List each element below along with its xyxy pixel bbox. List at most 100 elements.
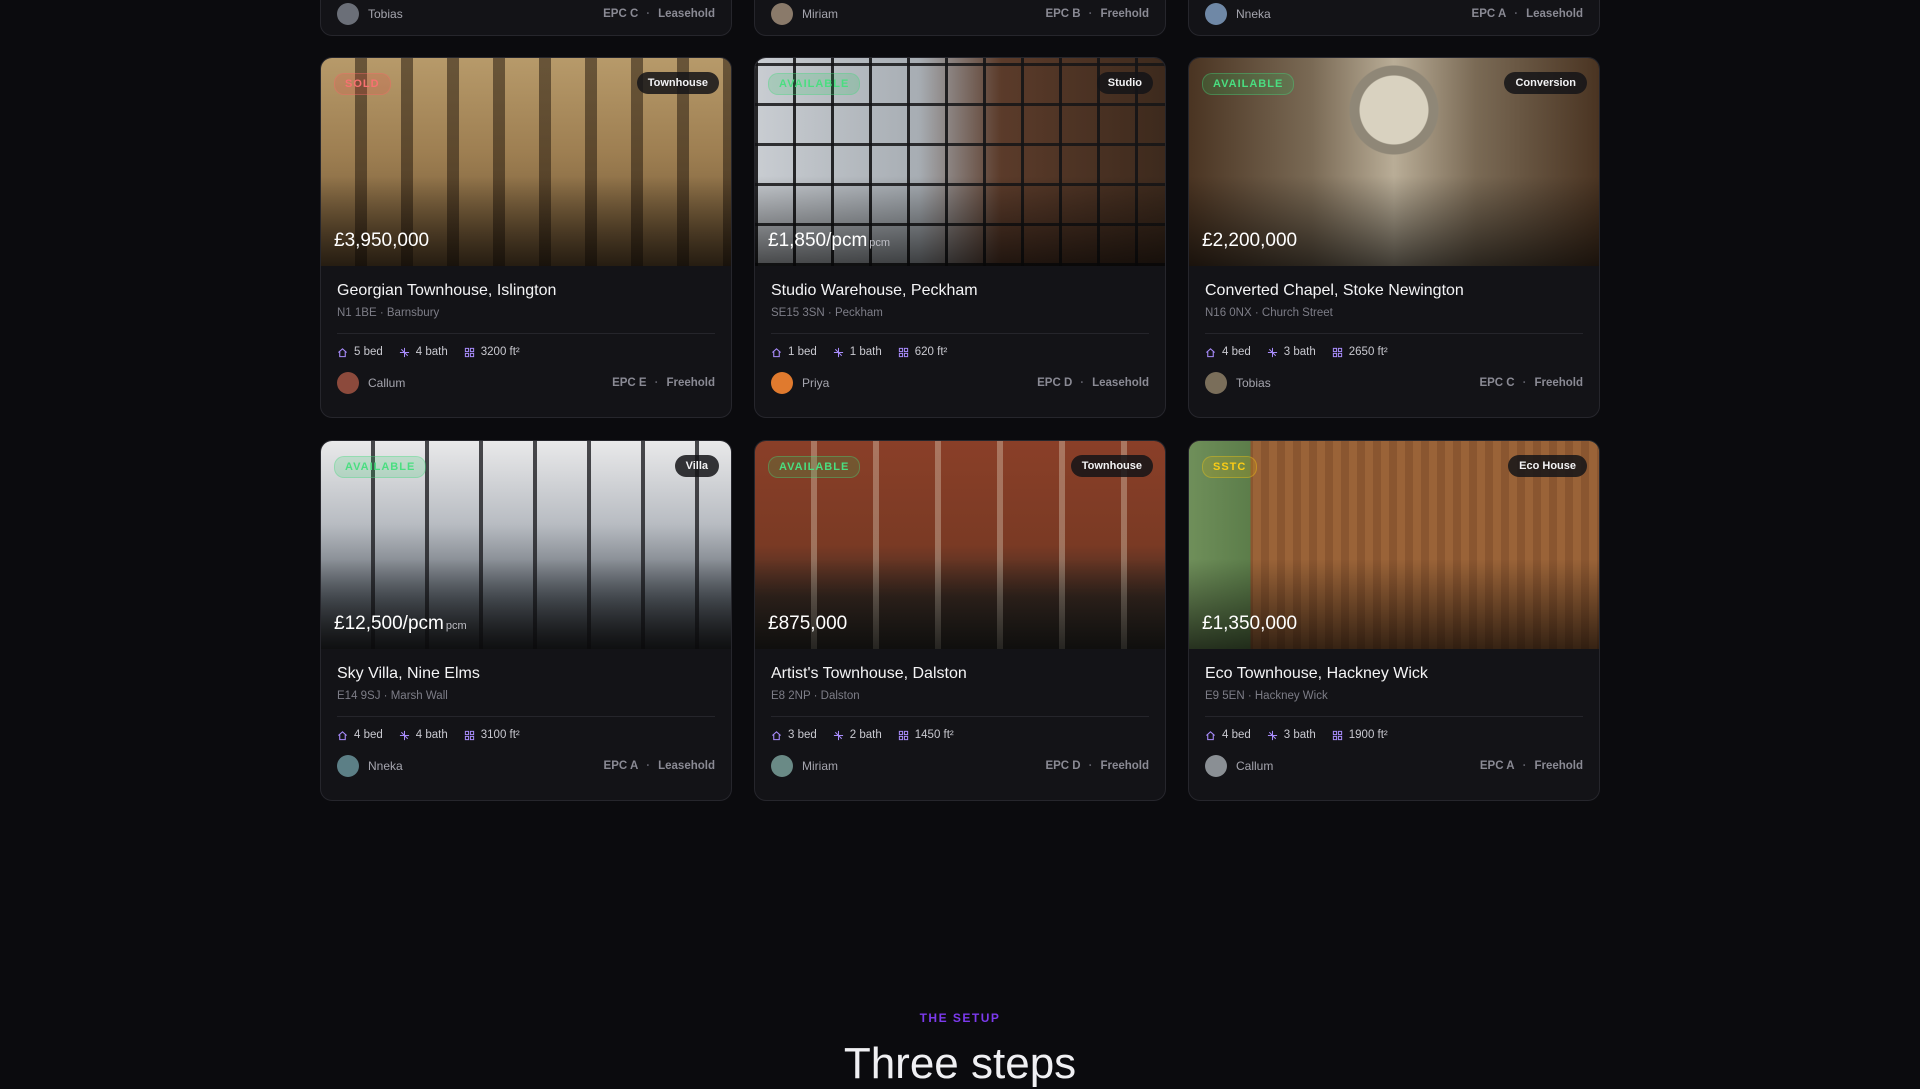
listing-meta: EPC D · Freehold	[1045, 760, 1149, 772]
price-unit: pcm	[445, 620, 467, 632]
sparkle-icon	[399, 347, 409, 357]
epc-rating: EPC B	[1045, 8, 1081, 20]
bedrooms: 5 bed	[337, 346, 383, 358]
divider	[1205, 716, 1583, 717]
listing-location: E8 2NP · Dalston	[771, 690, 860, 702]
tenure: Leasehold	[658, 8, 715, 20]
floor-area: 1450 ft²	[898, 729, 954, 741]
listing-specs: 4 bed 3 bath 2650 ft²	[1205, 346, 1583, 358]
agent[interactable]: Miriam	[771, 3, 838, 25]
agent[interactable]: Nneka	[337, 755, 403, 777]
listing-title[interactable]: Artist's Townhouse, Dalston	[771, 665, 1149, 683]
card-body: Studio Warehouse, Peckham SE15 3SN · Pec…	[755, 266, 1165, 394]
listing-card[interactable]: SOLD Townhouse £3,950,000 Georgian Townh…	[320, 57, 732, 418]
listing-card[interactable]: AVAILABLE Townhouse £875,000 Artist's To…	[754, 440, 1166, 801]
property-type-badge: Townhouse	[1070, 455, 1153, 477]
avatar	[1205, 3, 1227, 25]
area: Church Street	[1261, 307, 1333, 319]
listing-photo[interactable]: AVAILABLE Townhouse £875,000	[755, 441, 1165, 649]
agent-name: Tobias	[368, 7, 403, 21]
listing-meta: EPC A · Leasehold	[603, 760, 715, 772]
agent-name: Miriam	[802, 759, 838, 773]
bedrooms: 1 bed	[771, 346, 817, 358]
home-icon	[772, 347, 781, 357]
status-badge: AVAILABLE	[768, 456, 861, 478]
epc-rating: EPC C	[1479, 377, 1515, 389]
section-title: Three steps	[843, 1039, 1077, 1088]
postcode: E9 5EN	[1205, 690, 1245, 702]
property-type-badge: Villa	[674, 455, 719, 477]
listing-price: £1,850/pcm pcm	[768, 230, 891, 251]
divider	[1205, 333, 1583, 334]
listing-title[interactable]: Sky Villa, Nine Elms	[337, 665, 715, 683]
listing-meta: EPC E · Freehold	[612, 377, 715, 389]
tenure: Freehold	[1100, 8, 1149, 20]
postcode: N1 1BE	[337, 307, 377, 319]
listing-title[interactable]: Studio Warehouse, Peckham	[771, 282, 1149, 300]
card-footer: Miriam EPC D · Freehold	[771, 755, 1149, 777]
agent[interactable]: Nneka	[1205, 3, 1271, 25]
grid-icon	[464, 347, 474, 357]
postcode: E8 2NP	[771, 690, 811, 702]
card-footer: Priya EPC D · Leasehold	[771, 372, 1149, 394]
floor-area: 1900 ft²	[1332, 729, 1388, 741]
card-body: Georgian Townhouse, Islington N1 1BE · B…	[321, 266, 731, 394]
listing-photo[interactable]: SOLD Townhouse £3,950,000	[321, 58, 731, 266]
status-badge: AVAILABLE	[1202, 73, 1295, 95]
listing-title[interactable]: Converted Chapel, Stoke Newington	[1205, 282, 1583, 300]
agent[interactable]: Priya	[771, 372, 829, 394]
listing-photo[interactable]: SSTC Eco House £1,350,000	[1189, 441, 1599, 649]
listing-location: SE15 3SN · Peckham	[771, 307, 883, 319]
property-type-badge: Studio	[1096, 72, 1153, 94]
agent[interactable]: Tobias	[1205, 372, 1271, 394]
listing-title[interactable]: Georgian Townhouse, Islington	[337, 282, 715, 300]
bedrooms: 4 bed	[1205, 346, 1251, 358]
status-badge: AVAILABLE	[334, 456, 427, 478]
floor-area: 3100 ft²	[464, 729, 520, 741]
card-body: Eco Townhouse, Hackney Wick E9 5EN · Hac…	[1189, 649, 1599, 777]
agent-name: Nneka	[368, 759, 403, 773]
agent[interactable]: Miriam	[771, 755, 838, 777]
listing-card[interactable]: AVAILABLE Conversion £2,200,000 Converte…	[1188, 57, 1600, 418]
listing-card[interactable]: AVAILABLE Studio £1,850/pcm pcm Studio Wa…	[754, 57, 1166, 418]
setup-section: THE SETUP Three steps	[0, 1011, 1920, 1089]
agent[interactable]: Callum	[337, 372, 405, 394]
listing-card[interactable]: Miriam EPC B · Freehold	[754, 0, 1166, 36]
bedrooms: 4 bed	[337, 729, 383, 741]
listing-photo[interactable]: AVAILABLE Villa £12,500/pcm pcm	[321, 441, 731, 649]
sparkle-icon	[399, 730, 409, 740]
listing-price: £1,350,000	[1202, 613, 1298, 634]
floor-area: 2650 ft²	[1332, 346, 1388, 358]
listing-location: N1 1BE · Barnsbury	[337, 307, 440, 319]
card-footer: Nneka EPC A · Leasehold	[337, 755, 715, 777]
listing-title[interactable]: Eco Townhouse, Hackney Wick	[1205, 665, 1583, 683]
card-footer: Callum EPC E · Freehold	[337, 372, 715, 394]
agent-name: Miriam	[802, 7, 838, 21]
agent[interactable]: Tobias	[337, 3, 403, 25]
listing-photo[interactable]: AVAILABLE Studio £1,850/pcm pcm	[755, 58, 1165, 266]
listing-meta: EPC D · Leasehold	[1037, 377, 1149, 389]
epc-rating: EPC A	[603, 760, 639, 772]
epc-rating: EPC A	[1479, 760, 1515, 772]
status-badge: SOLD	[334, 73, 391, 95]
agent[interactable]: Callum	[1205, 755, 1273, 777]
agent-name: Nneka	[1236, 7, 1271, 21]
listing-specs: 5 bed 4 bath 3200 ft²	[337, 346, 715, 358]
listing-card[interactable]: Tobias EPC C · Leasehold	[320, 0, 732, 36]
agent-name: Tobias	[1236, 376, 1271, 390]
avatar	[337, 372, 359, 394]
listing-card[interactable]: AVAILABLE Villa £12,500/pcm pcm Sky Villa…	[320, 440, 732, 801]
grid-icon	[898, 347, 908, 357]
listing-card[interactable]: SSTC Eco House £1,350,000 Eco Townhouse,…	[1188, 440, 1600, 801]
property-type-badge: Conversion	[1504, 72, 1587, 94]
avatar	[771, 3, 793, 25]
area: Marsh Wall	[390, 690, 448, 702]
tenure: Leasehold	[1092, 377, 1149, 389]
bathrooms: 4 bath	[399, 346, 448, 358]
listing-specs: 1 bed 1 bath 620 ft²	[771, 346, 1149, 358]
floor-area: 3200 ft²	[464, 346, 520, 358]
listing-photo[interactable]: AVAILABLE Conversion £2,200,000	[1189, 58, 1599, 266]
tenure: Freehold	[1534, 760, 1583, 772]
listing-card[interactable]: Nneka EPC A · Leasehold	[1188, 0, 1600, 36]
agent-name: Callum	[1236, 759, 1274, 773]
